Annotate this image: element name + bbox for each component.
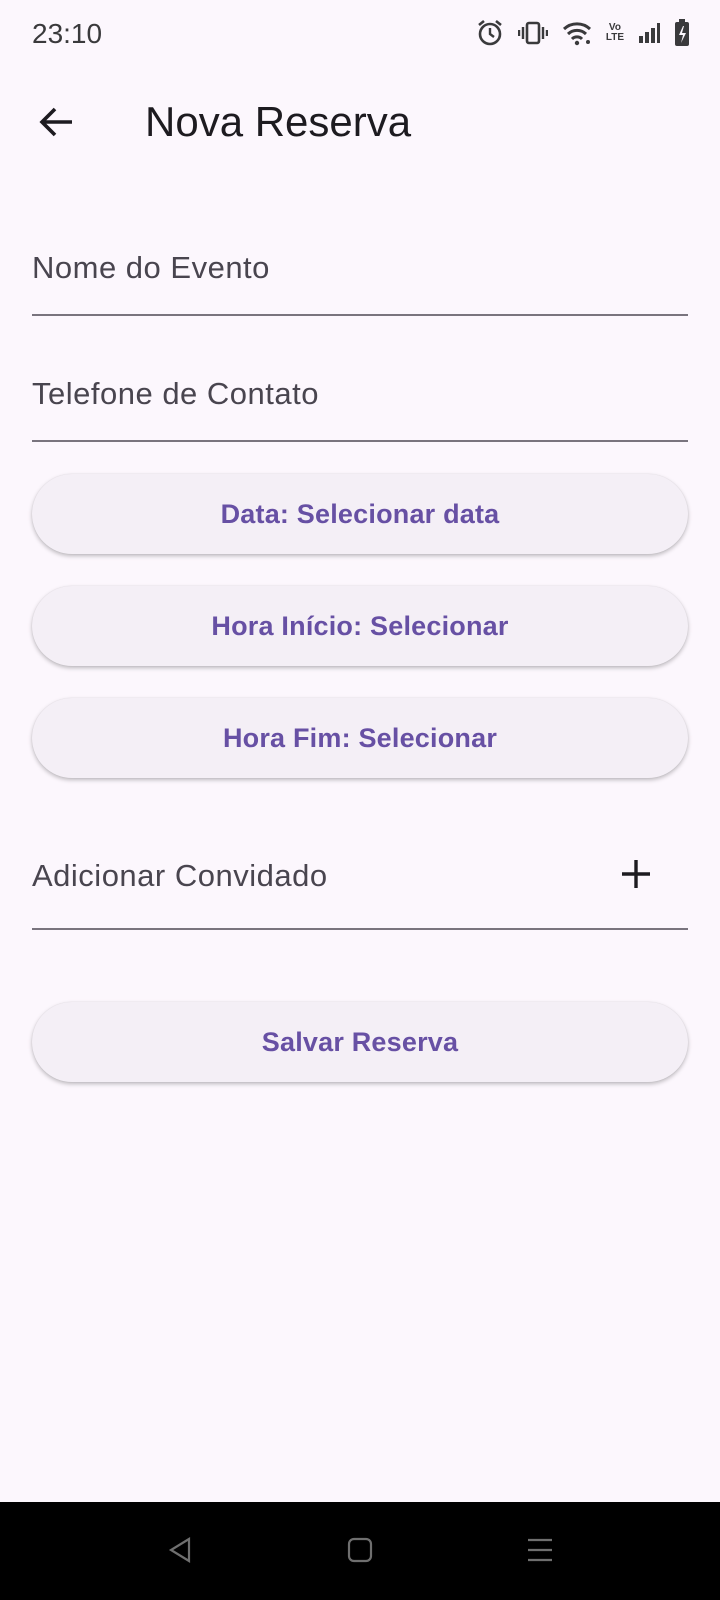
alarm-icon [476,19,504,47]
arrow-back-icon [38,106,74,143]
nav-recents-button[interactable] [520,1532,560,1572]
battery-charging-icon [674,19,690,47]
add-guest-button[interactable] [608,848,664,904]
status-bar: 23:10 Vo LTE [0,0,720,70]
add-guest-field[interactable] [32,810,688,930]
signal-icon [638,22,660,44]
app-bar: Nova Reserva [0,70,720,174]
select-end-time-button[interactable]: Hora Fim: Selecionar [32,698,688,778]
phone-input[interactable] [32,376,688,412]
system-nav-bar [0,1502,720,1600]
back-button[interactable] [26,94,86,154]
phone-field[interactable] [32,342,688,442]
triangle-back-icon [167,1536,193,1569]
add-guest-input[interactable] [32,858,592,894]
status-icons: Vo LTE [476,16,690,50]
save-reservation-button[interactable]: Salvar Reserva [32,1002,688,1082]
plus-icon [620,858,652,895]
nav-home-button[interactable] [340,1532,380,1572]
event-name-input[interactable] [32,250,688,286]
wifi-icon [562,20,592,46]
select-date-button[interactable]: Data: Selecionar data [32,474,688,554]
nav-back-button[interactable] [160,1532,200,1572]
square-home-icon [347,1537,373,1568]
vibrate-icon [517,20,548,46]
volte-icon: Vo LTE [606,23,624,43]
menu-recents-icon [526,1537,554,1568]
page-title: Nova Reserva [145,98,412,145]
event-name-field[interactable] [32,216,688,316]
select-start-time-button[interactable]: Hora Início: Selecionar [32,586,688,666]
volte-bottom-label: LTE [605,32,624,43]
status-time: 23:10 [32,18,103,49]
